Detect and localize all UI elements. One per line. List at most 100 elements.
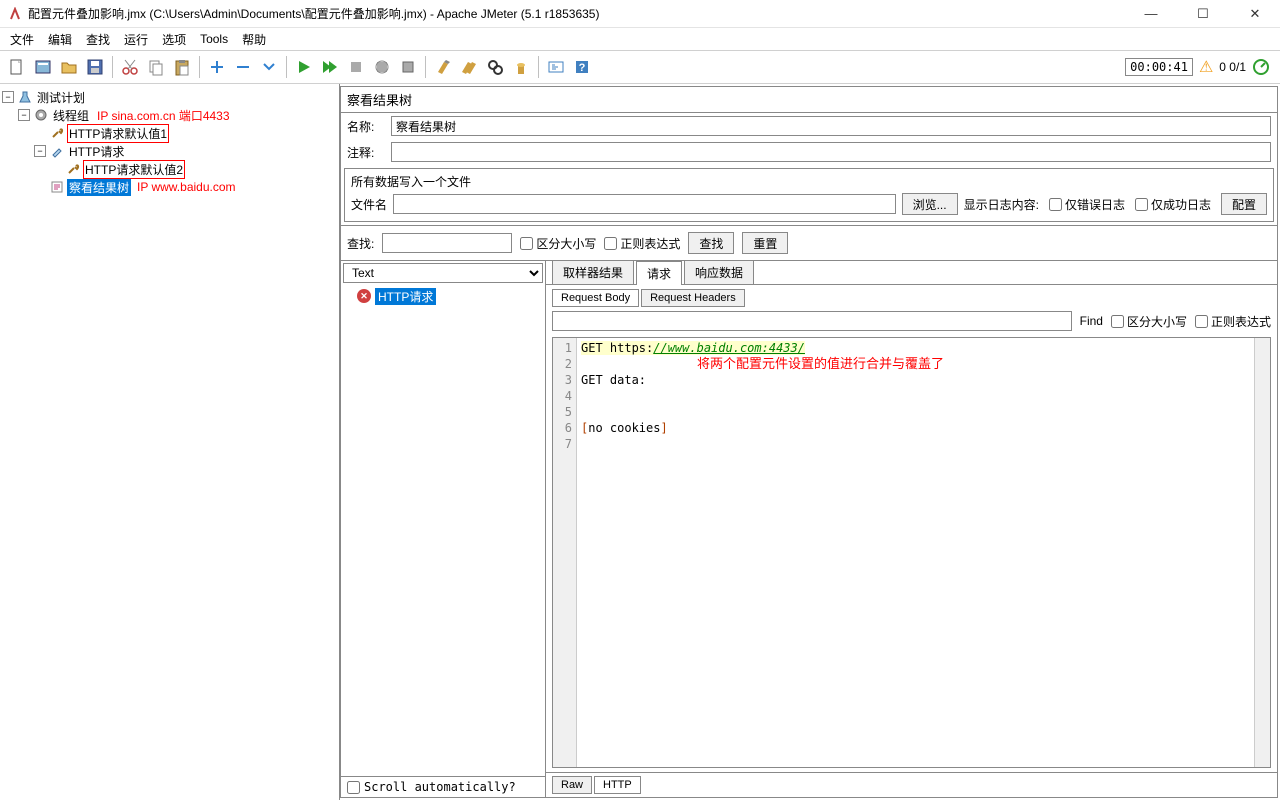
renderer-select[interactable]: Text — [343, 263, 543, 283]
tree-label: HTTP请求默认值2 — [83, 160, 185, 179]
stop-alt-icon[interactable] — [395, 54, 421, 80]
function-icon[interactable] — [543, 54, 569, 80]
copy-icon[interactable] — [143, 54, 169, 80]
gear-icon — [34, 108, 48, 122]
raw-tab[interactable]: Raw — [552, 776, 592, 794]
save-icon[interactable] — [82, 54, 108, 80]
help-icon[interactable]: ? — [569, 54, 595, 80]
tree-threadgroup[interactable]: − 线程组 IP sina.com.cn 端口4433 — [2, 106, 337, 124]
name-label: 名称: — [347, 118, 385, 135]
menu-options[interactable]: 选项 — [156, 29, 192, 50]
browse-button[interactable]: 浏览... — [902, 193, 958, 215]
file-fieldset: 所有数据写入一个文件 文件名 浏览... 显示日志内容: 仅错误日志 仅成功日志… — [344, 168, 1274, 222]
tree-viewtree[interactable]: 察看结果树 IP www.baidu.com — [2, 178, 337, 196]
result-right: 取样器结果 请求 响应数据 Request Body Request Heade… — [546, 261, 1277, 797]
name-input[interactable] — [391, 116, 1271, 136]
tree-toggle-icon[interactable]: − — [18, 109, 30, 121]
menu-edit[interactable]: 编辑 — [42, 29, 78, 50]
configure-button[interactable]: 配置 — [1221, 193, 1267, 215]
menu-tools[interactable]: Tools — [194, 30, 234, 48]
tree-root[interactable]: − 测试计划 — [2, 88, 337, 106]
scroll-bar-row: Scroll automatically? — [341, 776, 545, 797]
tab-sampler[interactable]: 取样器结果 — [552, 261, 634, 284]
tree-panel[interactable]: − 测试计划 − 线程组 IP sina.com.cn 端口4433 HTTP请… — [0, 84, 340, 800]
menubar: 文件 编辑 查找 运行 选项 Tools 帮助 — [0, 28, 1280, 50]
scroll-auto-checkbox[interactable]: Scroll automatically? — [347, 780, 516, 794]
result-tree[interactable]: ✕ HTTP请求 — [341, 285, 545, 776]
tab-request[interactable]: 请求 — [636, 261, 682, 285]
tree-httpdef2[interactable]: HTTP请求默认值2 — [2, 160, 337, 178]
main-tabs: 取样器结果 请求 响应数据 — [546, 261, 1277, 285]
start-icon[interactable] — [291, 54, 317, 80]
find-bar: Find 区分大小写 正则表达式 — [552, 311, 1271, 331]
flask-icon — [18, 90, 32, 104]
result-item[interactable]: ✕ HTTP请求 — [343, 287, 543, 305]
collapse-icon[interactable] — [230, 54, 256, 80]
filename-input[interactable] — [393, 194, 896, 214]
paste-icon[interactable] — [169, 54, 195, 80]
menu-file[interactable]: 文件 — [4, 29, 40, 50]
titlebar: 配置元件叠加影响.jmx (C:\Users\Admin\Documents\配… — [0, 0, 1280, 28]
tree-httpdef1[interactable]: HTTP请求默认值1 — [2, 124, 337, 142]
url-link[interactable]: //www.baidu.com:4433/ — [653, 341, 805, 355]
menu-search[interactable]: 查找 — [80, 29, 116, 50]
toggle-icon[interactable] — [256, 54, 282, 80]
start-notimers-icon[interactable] — [317, 54, 343, 80]
tree-label: 线程组 — [51, 107, 91, 124]
minimize-button[interactable]: ― — [1134, 6, 1168, 22]
code-content[interactable]: GET https://www.baidu.com:4433/ GET data… — [577, 338, 1254, 767]
reset-button[interactable]: 重置 — [742, 232, 788, 254]
annotation-1: IP sina.com.cn 端口4433 — [97, 107, 230, 124]
shutdown-icon[interactable] — [369, 54, 395, 80]
logshow-label: 显示日志内容: — [964, 196, 1039, 213]
clear-icon[interactable] — [430, 54, 456, 80]
regex-checkbox[interactable]: 正则表达式 — [604, 235, 680, 252]
code-area[interactable]: 1234567 GET https://www.baidu.com:4433/ … — [552, 337, 1271, 768]
window-controls: ― ☐ ✕ — [1134, 6, 1272, 22]
search-button[interactable]: 查找 — [688, 232, 734, 254]
warning-icon[interactable]: ⚠ — [1199, 57, 1213, 77]
tree-toggle-icon[interactable]: − — [34, 145, 46, 157]
stop-icon[interactable] — [343, 54, 369, 80]
find-button[interactable]: Find — [1080, 314, 1103, 328]
menu-run[interactable]: 运行 — [118, 29, 154, 50]
result-left: Text ✕ HTTP请求 Scroll automatically? — [341, 261, 546, 797]
reset-search-icon[interactable] — [508, 54, 534, 80]
fieldset-title: 所有数据写入一个文件 — [351, 173, 1267, 190]
expand-icon[interactable] — [204, 54, 230, 80]
maximize-button[interactable]: ☐ — [1186, 6, 1220, 22]
templates-icon[interactable] — [30, 54, 56, 80]
subtab-body[interactable]: Request Body — [552, 289, 639, 307]
subtab-headers[interactable]: Request Headers — [641, 289, 745, 307]
comment-input[interactable] — [391, 142, 1271, 162]
new-icon[interactable] — [4, 54, 30, 80]
scrollbar-vertical[interactable] — [1254, 338, 1270, 767]
gauge-icon[interactable] — [1252, 58, 1270, 76]
tree-toggle-icon[interactable]: − — [2, 91, 14, 103]
clear-all-icon[interactable] — [456, 54, 482, 80]
find-input[interactable] — [552, 311, 1072, 331]
open-icon[interactable] — [56, 54, 82, 80]
search-tool-icon[interactable] — [482, 54, 508, 80]
close-button[interactable]: ✕ — [1238, 6, 1272, 22]
wrench-icon — [50, 126, 64, 140]
error-icon: ✕ — [357, 289, 371, 303]
tree-httpreq[interactable]: − HTTP请求 — [2, 142, 337, 160]
menu-help[interactable]: 帮助 — [236, 29, 272, 50]
search-label: 查找: — [347, 235, 374, 252]
cut-icon[interactable] — [117, 54, 143, 80]
case-checkbox[interactable]: 区分大小写 — [520, 235, 596, 252]
filename-label: 文件名 — [351, 196, 387, 213]
http-tab[interactable]: HTTP — [594, 776, 641, 794]
only-errors-checkbox[interactable]: 仅错误日志 — [1049, 196, 1125, 213]
find-regex-checkbox[interactable]: 正则表达式 — [1195, 313, 1271, 330]
sub-tabs: Request Body Request Headers — [546, 285, 1277, 307]
result-item-label: HTTP请求 — [375, 288, 436, 305]
find-case-checkbox[interactable]: 区分大小写 — [1111, 313, 1187, 330]
only-success-checkbox[interactable]: 仅成功日志 — [1135, 196, 1211, 213]
tree-label: HTTP请求默认值1 — [67, 124, 169, 143]
search-input[interactable] — [382, 233, 512, 253]
line-gutter: 1234567 — [553, 338, 577, 767]
result-area: Text ✕ HTTP请求 Scroll automatically? 取样器结… — [341, 261, 1277, 797]
tab-response[interactable]: 响应数据 — [684, 261, 754, 284]
